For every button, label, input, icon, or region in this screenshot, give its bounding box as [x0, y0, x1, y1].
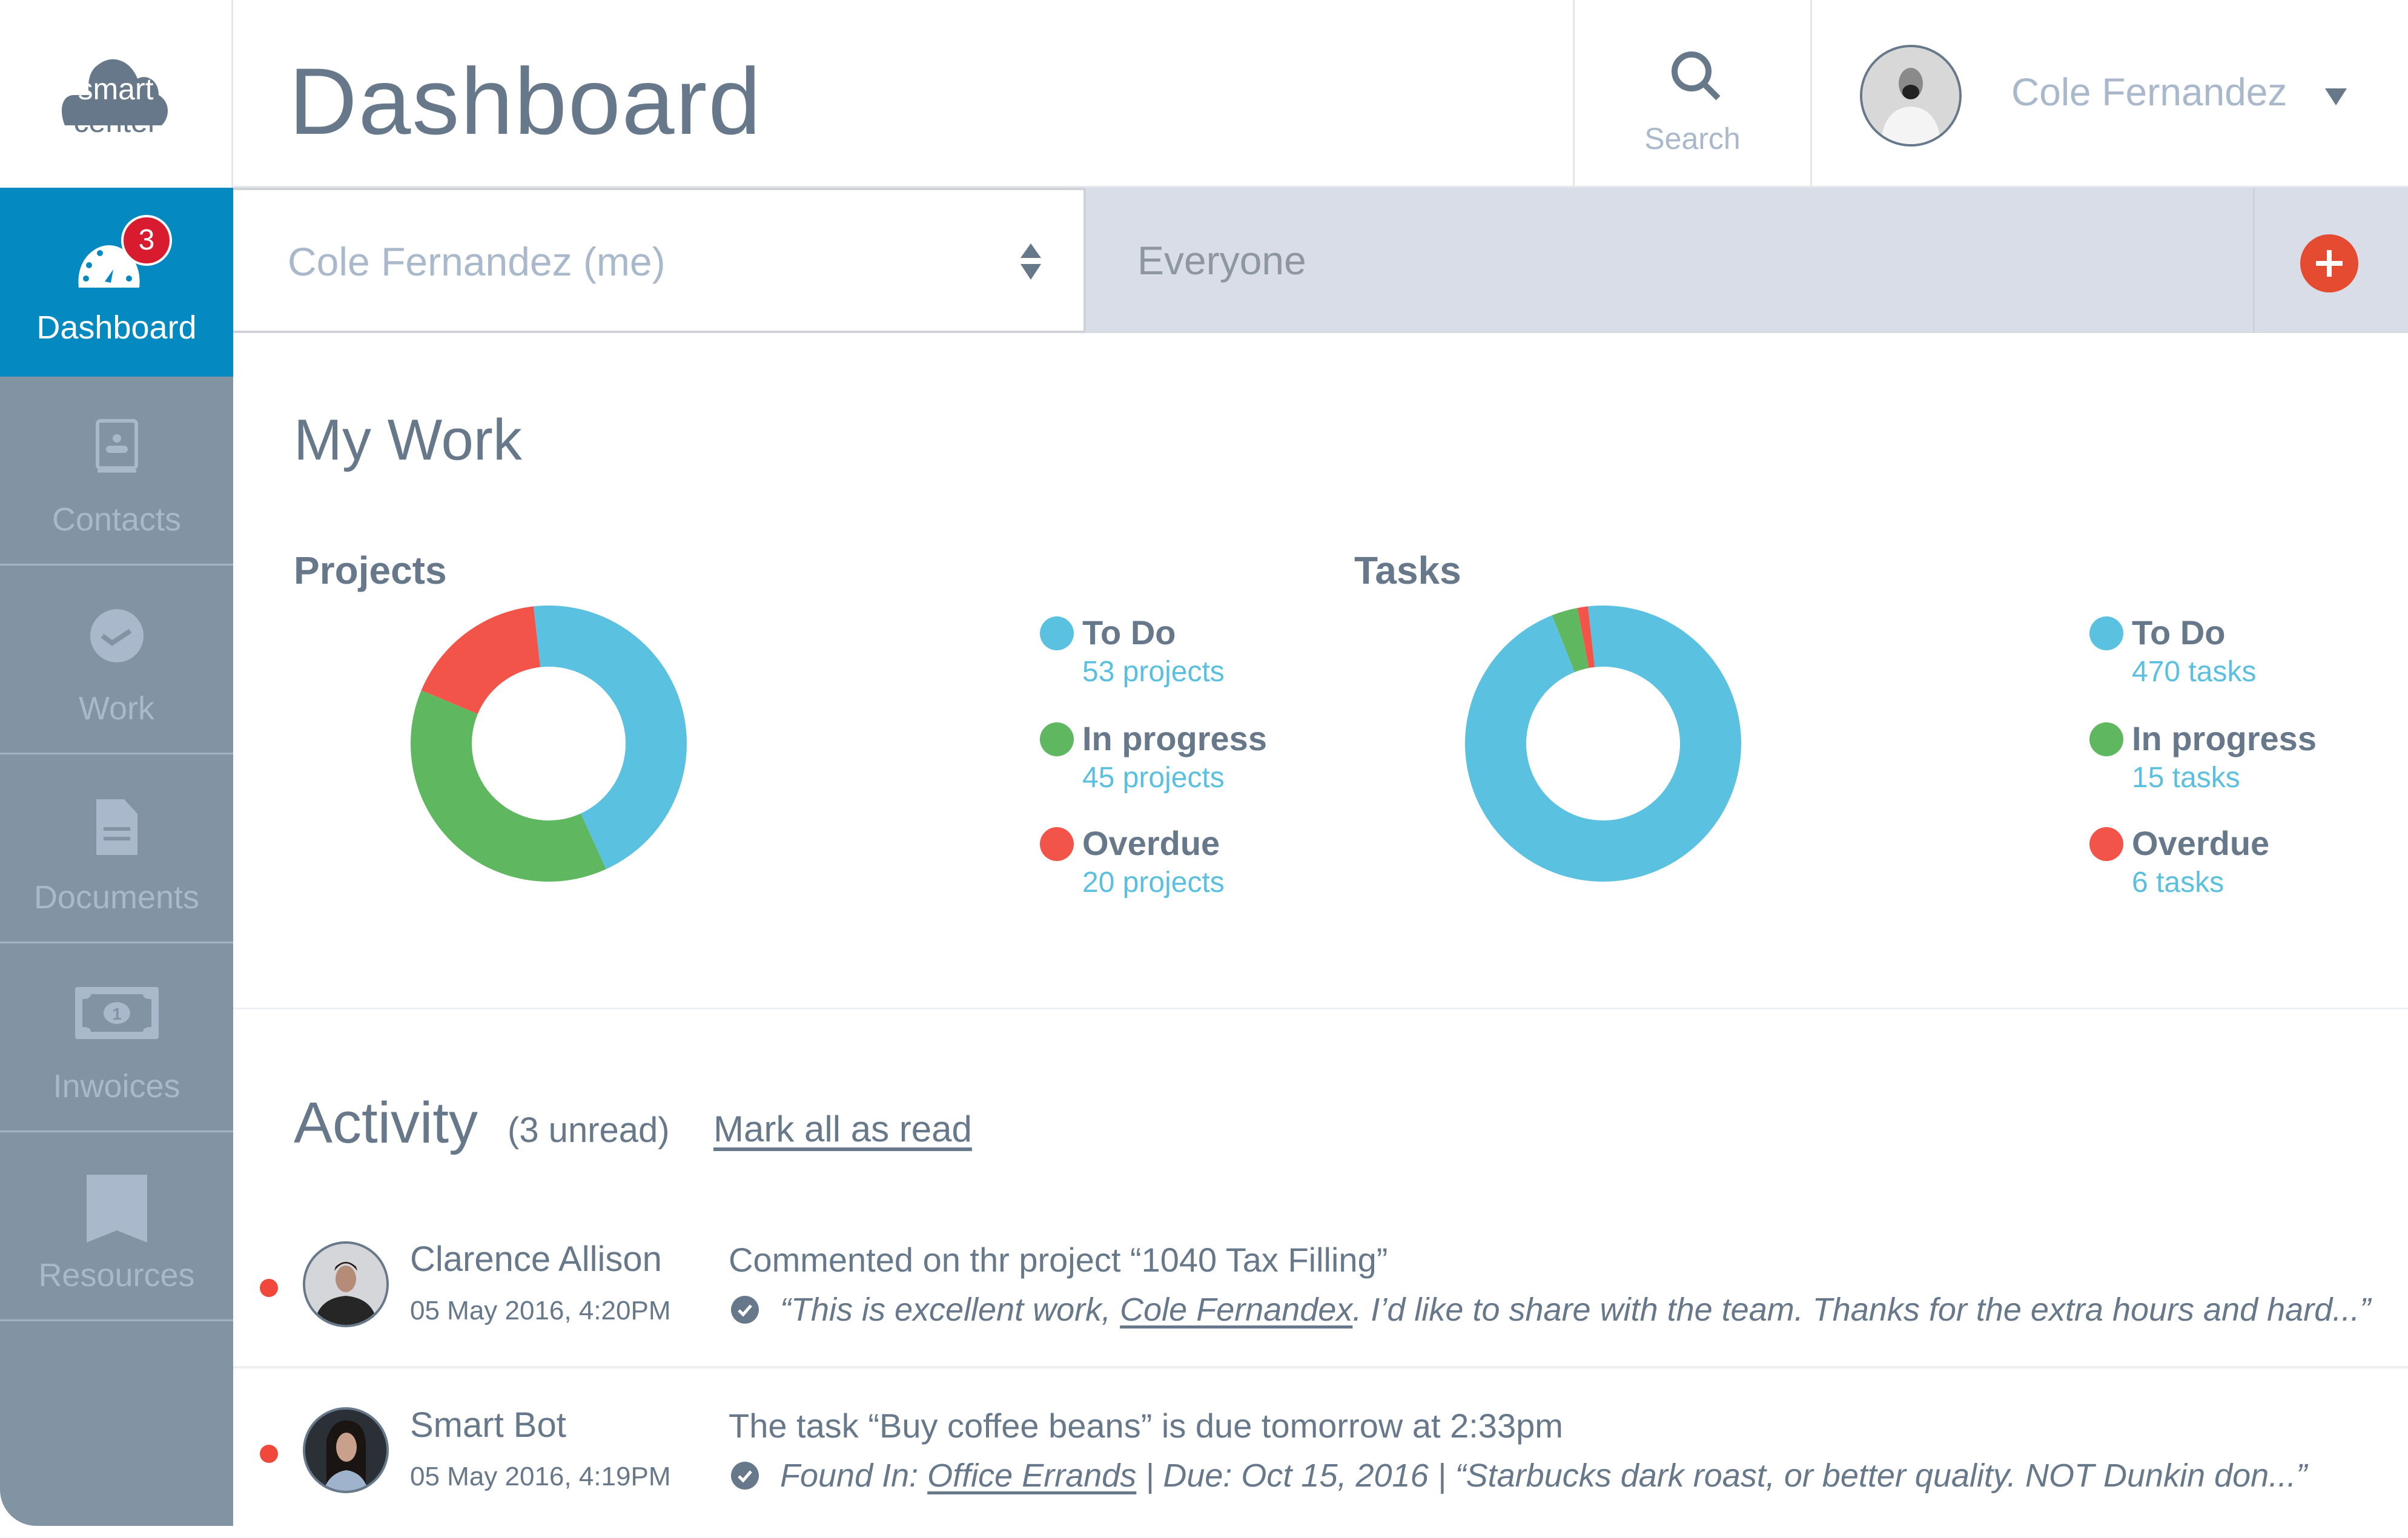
projects-donut-chart: [411, 606, 687, 882]
sidebar-item-label: Resources: [38, 1257, 195, 1293]
logo-text-bottom: center: [73, 105, 158, 139]
scope-everyone[interactable]: Everyone: [1137, 237, 1306, 283]
filter-bar: Cole Fernandez (me) Everyone: [233, 188, 2408, 333]
activity-item[interactable]: Clarence Allison 05 May 2016, 4:20PM Com…: [233, 1205, 2408, 1372]
search-label: Search: [1644, 122, 1741, 156]
sort-arrows-icon: [1020, 243, 1041, 280]
activity-author[interactable]: Clarence Allison: [410, 1239, 662, 1279]
avatar-image: [305, 1410, 386, 1491]
sidebar-item-label: Documents: [33, 879, 200, 916]
donut-slice-in-progress: [411, 690, 606, 882]
legend-label: To Do: [1082, 613, 1176, 652]
user-avatar[interactable]: [1860, 45, 1962, 147]
legend-count: 45 projects: [1082, 762, 1225, 794]
mark-all-read-link[interactable]: Mark all as read: [713, 1108, 972, 1150]
search-icon: [1672, 51, 1721, 101]
legend-label: In progress: [1082, 719, 1267, 757]
legend-count: 6 tasks: [2132, 866, 2224, 899]
donut-slice-overdue: [421, 606, 541, 715]
row-divider: [233, 1366, 2408, 1368]
sidebar: smart center 3 Dashboard Contacts Work D…: [0, 0, 233, 1526]
avatar-image: [305, 1244, 386, 1325]
mention-link[interactable]: Cole Fernandex: [1120, 1292, 1352, 1328]
header: Dashboard Search Cole Fernandez: [233, 0, 2408, 188]
section-divider: [233, 1008, 2408, 1009]
check-circle-icon: [90, 609, 144, 662]
sidebar-item-documents[interactable]: Documents: [0, 754, 233, 943]
sidebar-item-label: Contacts: [51, 501, 182, 538]
legend-count: 20 projects: [1082, 866, 1225, 899]
detail-text: Found In:: [780, 1457, 928, 1494]
activity-detail: “This is excellent work, Cole Fernandex.…: [780, 1291, 2370, 1328]
legend-label: To Do: [2132, 613, 2226, 652]
sidebar-item-label: Inwoices: [53, 1068, 180, 1104]
sidebar-item-label: Dashboard: [36, 309, 197, 346]
legend-dot-in-progress: [2089, 722, 2123, 756]
document-icon: [96, 799, 137, 855]
person-select[interactable]: Cole Fernandez (me): [233, 188, 1086, 333]
legend-label: Overdue: [2132, 824, 2270, 862]
logo[interactable]: smart center: [0, 0, 233, 188]
legend-dot-todo: [1040, 616, 1074, 650]
tasks-chart-title: Tasks: [1354, 549, 1461, 592]
search-button[interactable]: Search: [1573, 0, 1812, 188]
user-avatar-image: [1862, 47, 1959, 144]
activity-date: 05 May 2016, 4:20PM: [410, 1296, 671, 1325]
detail-text: . I’d like to share with the team. Thank…: [1352, 1292, 2371, 1328]
bookmark-icon: [86, 1175, 147, 1243]
avatar: [303, 1407, 389, 1493]
sidebar-item-label: Work: [78, 690, 154, 727]
user-menu-name[interactable]: Cole Fernandez: [2011, 70, 2287, 114]
legend-dot-overdue: [1040, 827, 1074, 861]
add-button[interactable]: [2300, 234, 2358, 292]
legend-dot-todo: [2089, 616, 2123, 650]
page-title: Dashboard: [289, 49, 762, 154]
unread-indicator: [260, 1279, 278, 1297]
svg-text:1: 1: [112, 1005, 122, 1023]
project-link[interactable]: Office Errands: [927, 1457, 1136, 1494]
chevron-down-icon[interactable]: [2325, 88, 2347, 105]
check-circle-icon: [731, 1462, 759, 1490]
activity-title: Activity: [294, 1091, 478, 1155]
detail-text: | Due: Oct 15, 2016 | “Starbucks dark ro…: [1136, 1457, 2307, 1494]
notification-badge: 3: [121, 215, 172, 266]
logo-text-top: smart: [78, 72, 154, 106]
check-circle-icon: [731, 1296, 759, 1324]
sidebar-item-invoices[interactable]: 1 Inwoices: [0, 943, 233, 1132]
divider: [2253, 188, 2255, 333]
avatar: [303, 1241, 389, 1327]
legend-label: Overdue: [1082, 824, 1220, 862]
activity-author[interactable]: Smart Bot: [410, 1405, 566, 1445]
activity-detail: Found In: Office Errands | Due: Oct 15, …: [780, 1457, 2307, 1494]
legend-count: 15 tasks: [2132, 762, 2240, 794]
unread-count: (3 unread): [508, 1111, 670, 1150]
plus-icon: [2316, 250, 2343, 277]
activity-message: The task “Buy coffee beans” is due tomor…: [729, 1407, 1563, 1445]
sidebar-item-dashboard[interactable]: 3 Dashboard: [0, 188, 233, 377]
sidebar-item-work[interactable]: Work: [0, 566, 233, 754]
my-work-title: My Work: [294, 408, 522, 472]
donut-slice-todo: [1465, 606, 1741, 882]
sidebar-item-contacts[interactable]: Contacts: [0, 377, 233, 566]
person-select-value: Cole Fernandez (me): [288, 239, 666, 284]
legend-dot-overdue: [2089, 827, 2123, 861]
legend-dot-in-progress: [1040, 722, 1074, 756]
projects-chart-title: Projects: [294, 549, 447, 592]
legend-count: 53 projects: [1082, 656, 1225, 688]
activity-item[interactable]: Smart Bot 05 May 2016, 4:19PM The task “…: [233, 1371, 2408, 1538]
legend-count: 470 tasks: [2132, 656, 2257, 688]
unread-indicator: [260, 1445, 278, 1463]
sidebar-item-resources[interactable]: Resources: [0, 1132, 233, 1321]
banknote-icon: 1: [74, 987, 159, 1039]
activity-message: Commented on thr project “1040 Tax Filli…: [729, 1241, 1388, 1279]
tasks-donut-chart: [1465, 606, 1741, 882]
legend-label: In progress: [2132, 719, 2317, 757]
detail-text: “This is excellent work,: [780, 1292, 1120, 1328]
activity-date: 05 May 2016, 4:19PM: [410, 1462, 671, 1491]
contact-card-icon: [95, 419, 138, 473]
